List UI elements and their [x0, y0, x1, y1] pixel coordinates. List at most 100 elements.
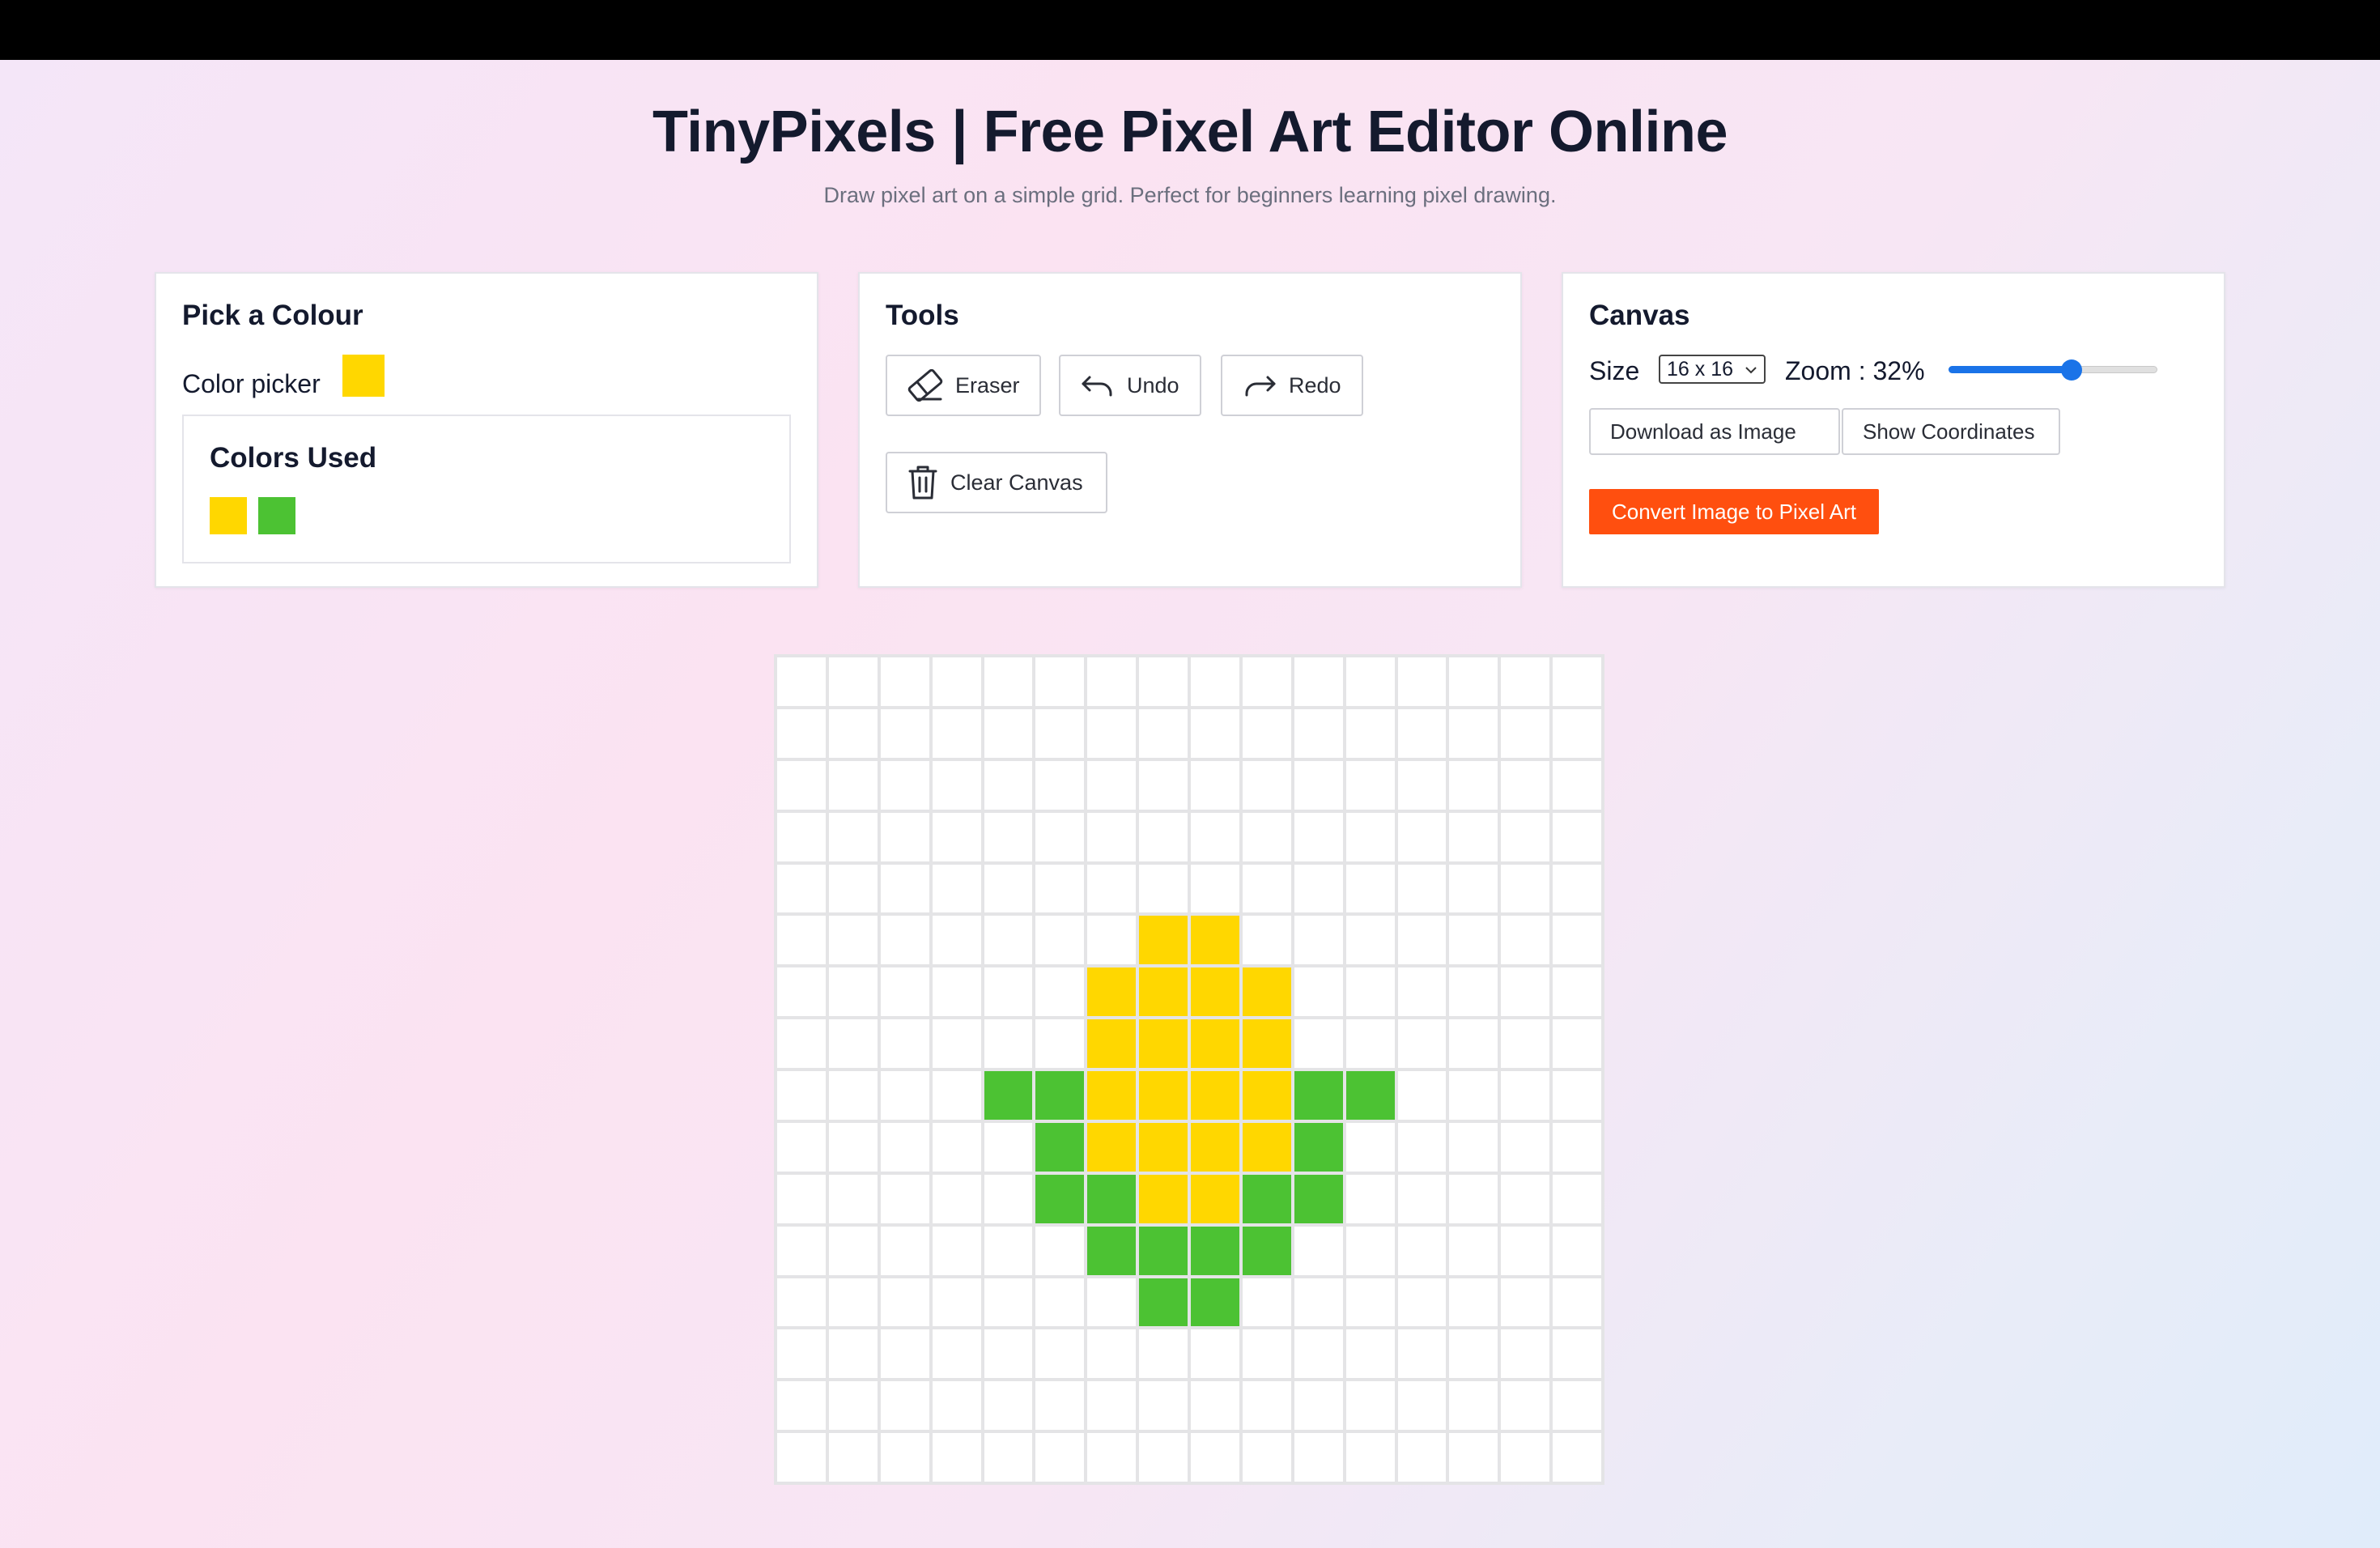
pixel-cell[interactable]: [1242, 1329, 1291, 1379]
pixel-cell[interactable]: [1501, 657, 1550, 706]
pixel-cell[interactable]: [880, 968, 929, 1017]
pixel-cell[interactable]: [777, 1071, 826, 1120]
pixel-cell[interactable]: [1294, 1329, 1343, 1379]
pixel-cell[interactable]: [1242, 1019, 1291, 1068]
pixel-cell[interactable]: [1553, 760, 1601, 810]
pixel-cell[interactable]: [777, 1433, 826, 1482]
color-picker-swatch[interactable]: [342, 355, 385, 397]
pixel-cell[interactable]: [1035, 1226, 1085, 1275]
pixel-cell[interactable]: [932, 1278, 981, 1327]
pixel-cell[interactable]: [1242, 1122, 1291, 1172]
pixel-cell[interactable]: [1242, 708, 1291, 758]
pixel-cell[interactable]: [1501, 812, 1550, 861]
pixel-cell[interactable]: [880, 1226, 929, 1275]
pixel-cell[interactable]: [1449, 1019, 1498, 1068]
pixel-cell[interactable]: [1294, 968, 1343, 1017]
pixel-cell[interactable]: [1242, 1381, 1291, 1431]
pixel-cell[interactable]: [1449, 916, 1498, 965]
pixel-cell[interactable]: [1242, 916, 1291, 965]
pixel-cell[interactable]: [880, 1433, 929, 1482]
pixel-cell[interactable]: [984, 1329, 1033, 1379]
undo-button[interactable]: Undo: [1059, 355, 1201, 416]
pixel-cell[interactable]: [1397, 1071, 1447, 1120]
pixel-cell[interactable]: [1397, 708, 1447, 758]
pixel-cell[interactable]: [1449, 1174, 1498, 1223]
pixel-cell[interactable]: [1449, 708, 1498, 758]
pixel-cell[interactable]: [984, 1019, 1033, 1068]
pixel-cell[interactable]: [984, 708, 1033, 758]
pixel-cell[interactable]: [1345, 1278, 1395, 1327]
pixel-cell[interactable]: [1345, 1433, 1395, 1482]
pixel-cell[interactable]: [1087, 760, 1137, 810]
pixel-cell[interactable]: [1139, 1278, 1188, 1327]
pixel-cell[interactable]: [1035, 1071, 1085, 1120]
pixel-cell[interactable]: [1087, 1071, 1137, 1120]
pixel-cell[interactable]: [828, 1174, 878, 1223]
pixel-cell[interactable]: [1553, 1174, 1601, 1223]
pixel-cell[interactable]: [880, 1071, 929, 1120]
pixel-cell[interactable]: [1139, 1071, 1188, 1120]
pixel-cell[interactable]: [984, 968, 1033, 1017]
pixel-cell[interactable]: [984, 916, 1033, 965]
pixel-cell[interactable]: [1501, 864, 1550, 913]
pixel-cell[interactable]: [777, 1329, 826, 1379]
pixel-cell[interactable]: [777, 968, 826, 1017]
pixel-cell[interactable]: [828, 968, 878, 1017]
pixel-cell[interactable]: [1553, 1381, 1601, 1431]
pixel-cell[interactable]: [880, 760, 929, 810]
pixel-cell[interactable]: [1139, 1019, 1188, 1068]
pixel-cell[interactable]: [1397, 916, 1447, 965]
pixel-cell[interactable]: [932, 1433, 981, 1482]
pixel-cell[interactable]: [1553, 812, 1601, 861]
pixel-cell[interactable]: [1191, 1381, 1239, 1431]
pixel-cell[interactable]: [1345, 864, 1395, 913]
pixel-cell[interactable]: [880, 1278, 929, 1327]
pixel-cell[interactable]: [1035, 916, 1085, 965]
pixel-cell[interactable]: [1345, 708, 1395, 758]
pixel-cell[interactable]: [1242, 657, 1291, 706]
pixel-cell[interactable]: [1345, 1071, 1395, 1120]
pixel-cell[interactable]: [1191, 1226, 1239, 1275]
pixel-cell[interactable]: [1294, 1019, 1343, 1068]
pixel-cell[interactable]: [1191, 1433, 1239, 1482]
pixel-cell[interactable]: [828, 1019, 878, 1068]
pixel-cell[interactable]: [1035, 812, 1085, 861]
pixel-cell[interactable]: [1242, 1174, 1291, 1223]
pixel-cell[interactable]: [1139, 812, 1188, 861]
pixel-cell[interactable]: [1035, 1122, 1085, 1172]
pixel-cell[interactable]: [984, 1381, 1033, 1431]
pixel-cell[interactable]: [1242, 968, 1291, 1017]
pixel-cell[interactable]: [828, 760, 878, 810]
pixel-cell[interactable]: [1449, 864, 1498, 913]
pixel-cell[interactable]: [1191, 812, 1239, 861]
pixel-cell[interactable]: [932, 1071, 981, 1120]
pixel-cell[interactable]: [1553, 1226, 1601, 1275]
pixel-cell[interactable]: [984, 1174, 1033, 1223]
pixel-cell[interactable]: [1139, 968, 1188, 1017]
pixel-cell[interactable]: [1139, 1122, 1188, 1172]
used-color-swatch-yellow[interactable]: [210, 497, 247, 534]
pixel-cell[interactable]: [1035, 864, 1085, 913]
pixel-cell[interactable]: [1345, 760, 1395, 810]
pixel-cell[interactable]: [932, 968, 981, 1017]
pixel-cell[interactable]: [1139, 708, 1188, 758]
pixel-cell[interactable]: [1449, 657, 1498, 706]
pixel-cell[interactable]: [1139, 1381, 1188, 1431]
pixel-cell[interactable]: [1553, 916, 1601, 965]
pixel-cell[interactable]: [1087, 812, 1137, 861]
pixel-cell[interactable]: [932, 708, 981, 758]
pixel-cell[interactable]: [984, 864, 1033, 913]
pixel-cell[interactable]: [1035, 1433, 1085, 1482]
pixel-cell[interactable]: [1294, 1122, 1343, 1172]
pixel-cell[interactable]: [1553, 1329, 1601, 1379]
pixel-cell[interactable]: [1294, 812, 1343, 861]
pixel-cell[interactable]: [1035, 760, 1085, 810]
pixel-cell[interactable]: [1345, 916, 1395, 965]
pixel-cell[interactable]: [1087, 1278, 1137, 1327]
pixel-cell[interactable]: [880, 812, 929, 861]
pixel-cell[interactable]: [1035, 1278, 1085, 1327]
pixel-cell[interactable]: [1294, 708, 1343, 758]
pixel-cell[interactable]: [1501, 1329, 1550, 1379]
pixel-cell[interactable]: [1397, 1329, 1447, 1379]
pixel-cell[interactable]: [828, 1071, 878, 1120]
